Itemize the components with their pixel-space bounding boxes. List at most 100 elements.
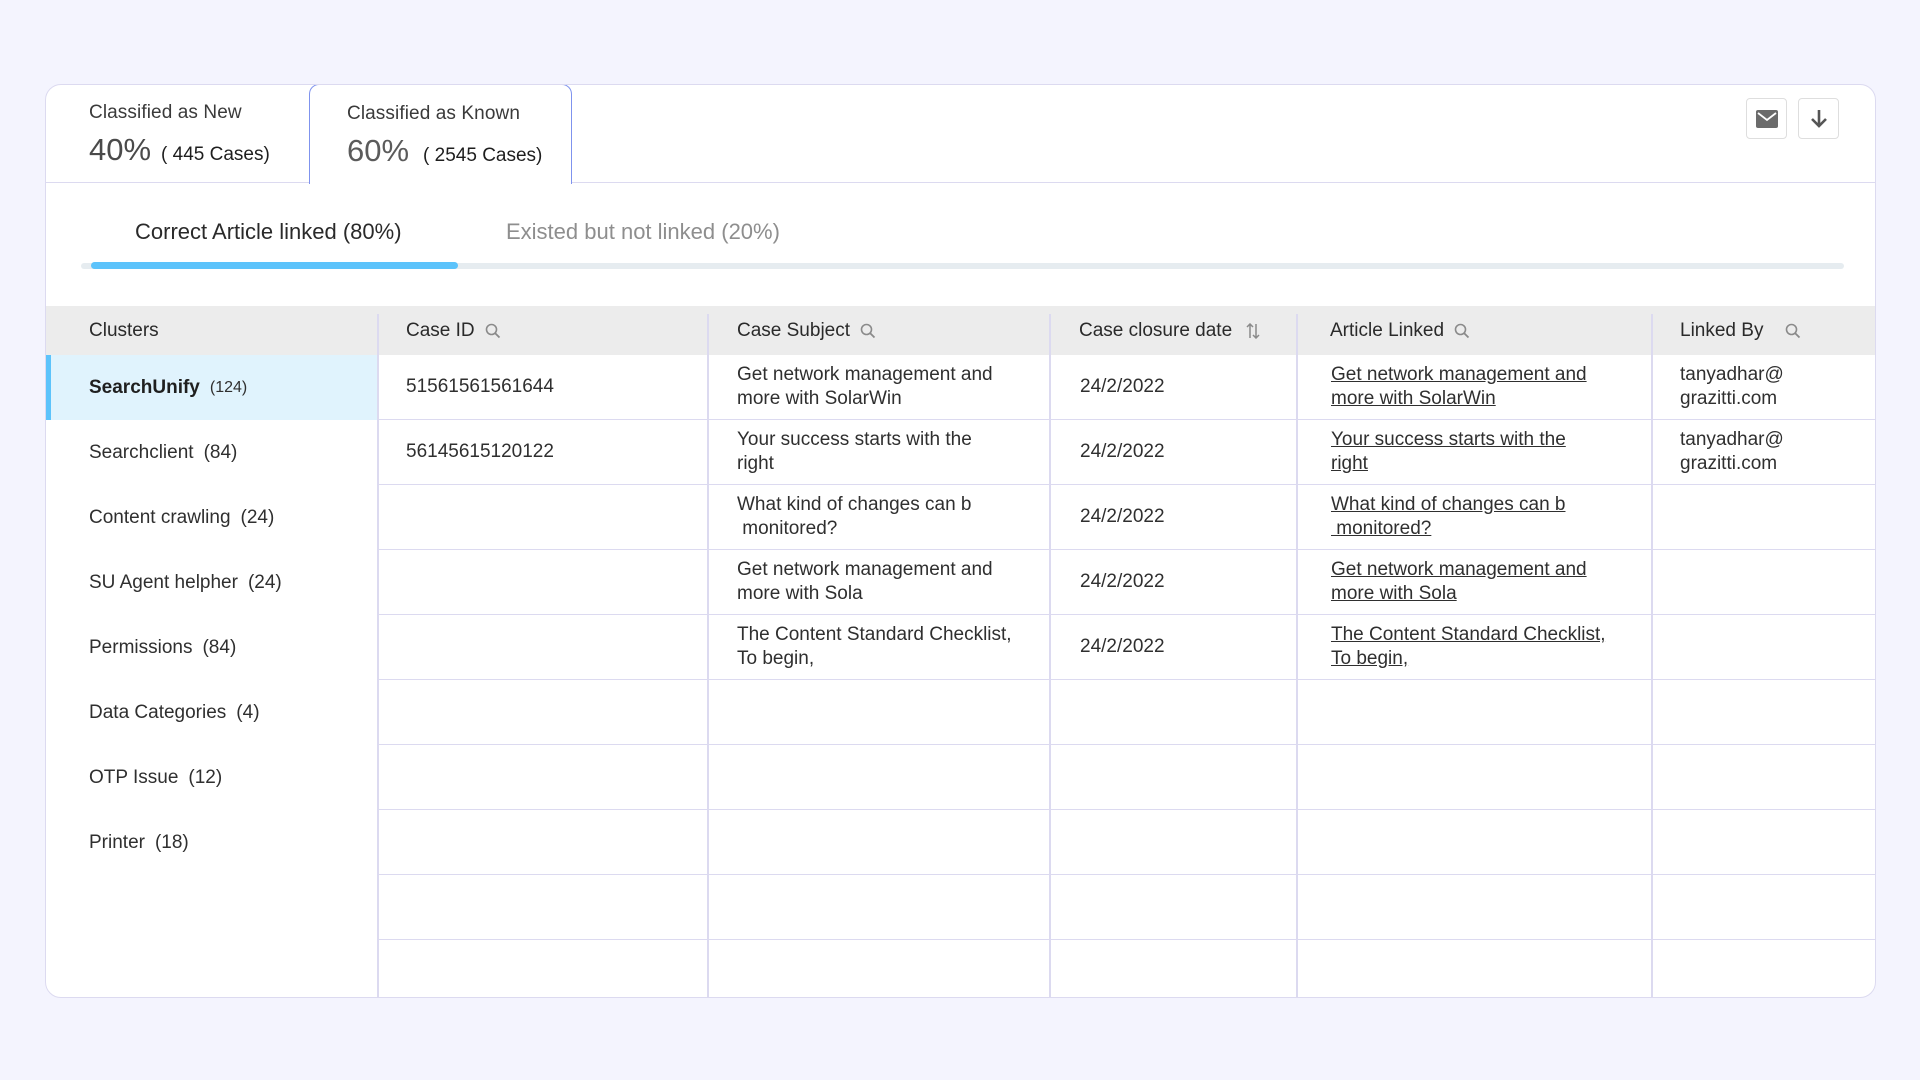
- text-line: right: [737, 453, 774, 474]
- cluster-count: (4): [236, 701, 260, 723]
- case-subject-cell-text: Your success starts with the right: [737, 428, 972, 476]
- article-linked-cell: The Content Standard Checklist, To begin,: [1331, 615, 1606, 679]
- article-link[interactable]: The Content Standard Checklist, To begin,: [1331, 623, 1606, 671]
- linked-by-cell-text: tanyadhar@ grazitti.com: [1680, 363, 1784, 411]
- text-line: Get network management and: [737, 559, 993, 580]
- case-closure-date-cell: 24/2/2022: [1080, 376, 1165, 397]
- cluster-item[interactable]: SearchUnify (124): [46, 355, 377, 420]
- case-closure-date-cell: 24/2/2022: [1080, 636, 1165, 657]
- cluster-name: SU Agent helpher: [89, 571, 238, 593]
- linked-by-cell: tanyadhar@ grazitti.com: [1680, 420, 1784, 484]
- case-subject-cell: Get network management and more with Sola: [737, 550, 993, 614]
- cluster-item[interactable]: Permissions (84): [46, 615, 377, 680]
- search-icon[interactable]: [485, 323, 501, 339]
- table-row: [377, 745, 1875, 810]
- text-line: Get network management and: [737, 364, 993, 385]
- search-icon[interactable]: [1454, 323, 1470, 339]
- email-button[interactable]: [1746, 98, 1787, 139]
- article-link[interactable]: Your success starts with the right: [1331, 428, 1566, 476]
- cluster-count: (24): [247, 571, 282, 593]
- linked-by-cell-text: tanyadhar@ grazitti.com: [1680, 428, 1784, 476]
- tab-indicator-fill: [91, 262, 458, 269]
- tab-classified-known[interactable]: Classified as Known 60% ( 2545 Cases): [309, 85, 572, 184]
- table-row: Get network management and more with Sola…: [377, 550, 1875, 615]
- tab-case-count: ( 2545 Cases): [423, 145, 543, 166]
- tab-percent: 40%: [89, 132, 152, 167]
- article-linked-cell: Get network management and more with Sola: [1331, 550, 1587, 614]
- case-id-cell: 51561561561644: [406, 376, 554, 397]
- text-line: The Content Standard Checklist,: [1331, 624, 1606, 645]
- case-classification-card: Classified as New 40% ( 445 Cases) Class…: [45, 84, 1876, 998]
- classification-tabs: Classified as New 40% ( 445 Cases) Class…: [46, 85, 1875, 184]
- linked-by-cell: tanyadhar@ grazitti.com: [1680, 355, 1784, 419]
- column-label: Case ID: [406, 319, 475, 341]
- text-line: Your success starts with the: [737, 429, 972, 450]
- tab-classified-new[interactable]: Classified as New 40% ( 445 Cases): [46, 85, 308, 183]
- tab-title: Classified as Known: [347, 103, 520, 124]
- article-link-tabs: Correct Article linked (80%) Existed but…: [46, 183, 1875, 303]
- table-row: [377, 875, 1875, 940]
- article-link[interactable]: Get network management and more with Sola: [1331, 558, 1587, 606]
- column-header-article-linked: Article Linked: [1330, 306, 1470, 355]
- text-line: more with SolarWin: [1331, 388, 1496, 409]
- case-subject-cell: Get network management and more with Sola…: [737, 355, 993, 419]
- tab-existed-not-linked[interactable]: Existed but not linked (20%): [506, 219, 780, 245]
- sort-icon[interactable]: [1245, 322, 1261, 339]
- case-id-cell: 56145615120122: [406, 441, 554, 462]
- text-line: monitored?: [737, 518, 838, 539]
- text-line: Get network management and: [1331, 364, 1587, 385]
- cluster-list: SearchUnify (124) Searchclient (84) Content …: [46, 355, 377, 875]
- search-icon[interactable]: [860, 323, 876, 339]
- download-icon: [1810, 109, 1827, 128]
- table-row: 51561561561644 Get network management and…: [377, 355, 1875, 420]
- table-row: What kind of changes can b monitored? 24/…: [377, 485, 1875, 550]
- text-line: grazitti.com: [1680, 453, 1778, 474]
- text-line: more with SolarWin: [737, 388, 902, 409]
- cluster-name: Data Categories: [89, 701, 227, 723]
- cluster-item[interactable]: SU Agent helpher (24): [46, 550, 377, 615]
- search-icon[interactable]: [1785, 323, 1801, 339]
- column-label: Case closure date: [1079, 319, 1233, 341]
- cluster-item[interactable]: Content crawling (24): [46, 485, 377, 550]
- table-row: The Content Standard Checklist, To begin,…: [377, 615, 1875, 680]
- table-header: Clusters Case ID Case Subject Case closu…: [46, 306, 1875, 355]
- article-link[interactable]: What kind of changes can b monitored?: [1331, 493, 1565, 541]
- text-line: monitored?: [1331, 518, 1432, 539]
- text-line: Get network management and: [1331, 559, 1587, 580]
- column-header-case-subject: Case Subject: [737, 306, 876, 355]
- text-line: right: [1331, 453, 1368, 474]
- table-row: 56145615120122 Your success starts with t…: [377, 420, 1875, 485]
- text-line: What kind of changes can b: [737, 494, 972, 515]
- cluster-item[interactable]: Data Categories (4): [46, 680, 377, 745]
- case-subject-cell-text: Get network management and more with Sola…: [737, 363, 993, 411]
- article-link[interactable]: Get network management and more with Sola…: [1331, 363, 1587, 411]
- cluster-count: (18): [154, 831, 189, 853]
- article-linked-cell: Get network management and more with Sola…: [1331, 355, 1587, 419]
- text-line: more with Sola: [1331, 583, 1457, 604]
- cluster-item[interactable]: OTP Issue (12): [46, 745, 377, 810]
- cluster-name: OTP Issue: [89, 766, 179, 788]
- text-line: Your success starts with the: [1331, 429, 1566, 450]
- text-line: To begin,: [737, 648, 815, 669]
- download-button[interactable]: [1798, 98, 1839, 139]
- cluster-count: (12): [188, 766, 223, 788]
- tab-percent: 60%: [347, 133, 410, 168]
- cluster-name: Permissions: [89, 636, 193, 658]
- cluster-item[interactable]: Searchclient (84): [46, 420, 377, 485]
- cluster-item[interactable]: Printer (18): [46, 810, 377, 875]
- cluster-count: (24): [240, 506, 275, 528]
- column-header-case-closure-date: Case closure date: [1079, 306, 1261, 355]
- cluster-name: Searchclient: [89, 441, 194, 463]
- column-label: Clusters: [89, 319, 159, 341]
- cluster-name: SearchUnify: [89, 376, 200, 398]
- text-line: grazitti.com: [1680, 388, 1778, 409]
- case-subject-cell: What kind of changes can b monitored?: [737, 485, 971, 549]
- tab-correct-article-linked[interactable]: Correct Article linked (80%): [135, 219, 402, 245]
- column-header-linked-by: Linked By: [1680, 306, 1801, 355]
- text-line: The Content Standard Checklist,: [737, 624, 1012, 645]
- text-line: What kind of changes can b: [1331, 494, 1566, 515]
- case-table-body: 51561561561644 Get network management and…: [377, 355, 1875, 997]
- column-label: Linked By: [1680, 319, 1764, 341]
- table-row: [377, 680, 1875, 745]
- case-subject-cell-text: Get network management and more with Sola: [737, 558, 993, 606]
